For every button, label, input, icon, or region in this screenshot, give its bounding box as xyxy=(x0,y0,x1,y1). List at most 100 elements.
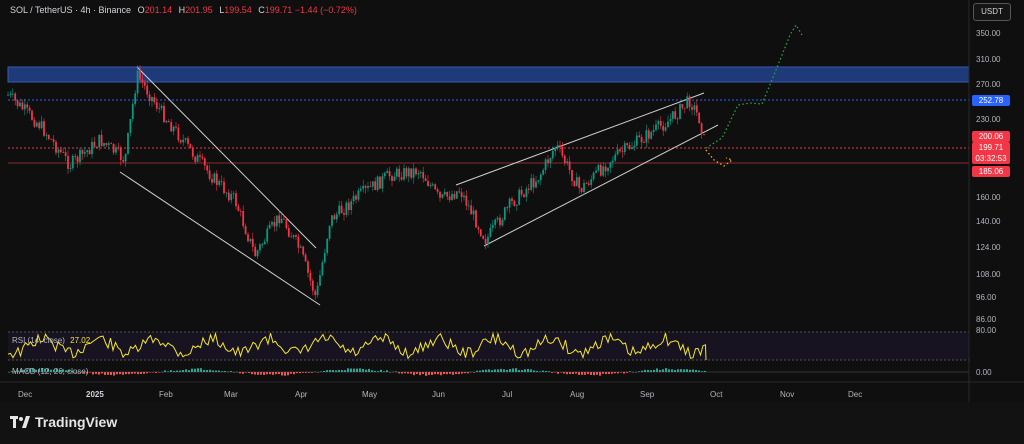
macd-bar xyxy=(284,372,286,376)
macd-bar xyxy=(590,372,592,375)
candle-body xyxy=(451,194,453,200)
candle-body xyxy=(158,107,161,109)
macd-bar xyxy=(200,368,202,372)
candle-body xyxy=(33,119,36,127)
candle-body xyxy=(698,112,701,124)
candle-body xyxy=(172,126,175,132)
macd-bar xyxy=(431,372,433,376)
candle-body xyxy=(448,196,451,200)
chart-frame[interactable]: SOL / TetherUS · 4h · Binance O201.14 H2… xyxy=(0,0,1024,444)
macd-bar xyxy=(704,370,706,372)
macd-bar xyxy=(488,369,490,372)
macd-bar xyxy=(179,370,181,372)
candle-body xyxy=(43,121,45,136)
macd-bar xyxy=(668,369,670,372)
candle-body xyxy=(436,189,439,192)
macd-bar xyxy=(620,372,622,373)
candle-body xyxy=(227,192,230,201)
candle-body xyxy=(259,244,261,251)
candle-body xyxy=(314,290,317,296)
candle-body xyxy=(693,105,696,110)
macd-bar xyxy=(608,372,610,375)
macd-bar xyxy=(503,369,505,372)
macd-bar xyxy=(686,369,688,372)
candle-body xyxy=(511,198,513,201)
macd-bar xyxy=(515,368,517,372)
candle-body xyxy=(703,134,705,135)
bullish-projection-path xyxy=(705,23,803,149)
macd-bar xyxy=(116,372,118,375)
candle-body xyxy=(203,158,206,166)
candle-body xyxy=(290,236,293,238)
candle-body xyxy=(376,176,379,191)
candle-body xyxy=(299,246,302,248)
candle-body xyxy=(410,168,413,178)
footer xyxy=(0,402,1024,444)
macd-bar xyxy=(95,372,97,374)
macd-bar xyxy=(443,372,445,375)
candle-body xyxy=(499,217,501,226)
countdown-value: 03:32:53 xyxy=(975,154,1007,163)
rsi-label[interactable]: RSI (14, close) 27.02 xyxy=(12,336,90,345)
red-top-badge: 200.06 xyxy=(972,131,1010,142)
candle-body xyxy=(122,159,125,162)
macd-bar xyxy=(623,372,625,374)
macd-bar xyxy=(227,371,229,373)
candle-body xyxy=(537,180,540,182)
candle-body xyxy=(218,181,221,185)
macd-bar xyxy=(287,372,289,376)
candle-body xyxy=(266,228,269,242)
macd-bar xyxy=(293,372,295,375)
macd-bar xyxy=(167,371,169,372)
candle-body xyxy=(467,205,470,207)
macd-bar xyxy=(416,372,418,375)
candle-body xyxy=(175,126,177,128)
candle-body xyxy=(340,205,343,214)
macd-bar xyxy=(398,372,400,374)
time-tick: Nov xyxy=(780,390,795,399)
candle-body xyxy=(398,168,401,178)
candle-body xyxy=(333,215,336,220)
candle-body xyxy=(674,111,677,119)
macd-bar xyxy=(368,368,370,372)
open-label: O xyxy=(137,5,145,15)
candle-body xyxy=(575,177,578,187)
candle-body xyxy=(50,138,53,140)
candle-body xyxy=(9,93,12,95)
up-channel-top xyxy=(455,92,705,186)
macd-bar xyxy=(170,370,172,372)
tradingview-logo[interactable]: TradingView xyxy=(10,414,117,430)
candle-body xyxy=(254,246,257,257)
time-tick: Apr xyxy=(295,390,308,399)
candle-body xyxy=(597,164,600,171)
candle-body xyxy=(419,172,422,174)
macd-bar xyxy=(92,372,94,375)
macd-bar xyxy=(401,372,403,374)
candle-body xyxy=(189,143,192,149)
candle-body xyxy=(407,168,410,177)
candle-body xyxy=(304,254,307,262)
candle-body xyxy=(201,156,204,159)
macd-label[interactable]: MACD (12, 26, close) xyxy=(12,367,88,376)
macd-bar xyxy=(680,369,682,372)
candle-body xyxy=(237,206,240,211)
macd-bar xyxy=(674,370,676,372)
candle-body xyxy=(645,130,648,143)
macd-bar xyxy=(128,372,130,375)
candle-body xyxy=(119,147,122,160)
tradingview-brand-text: TradingView xyxy=(35,414,118,430)
candle-body xyxy=(484,238,487,245)
candle-body xyxy=(700,123,703,135)
candle-body xyxy=(247,234,249,242)
candle-body xyxy=(115,147,117,153)
candle-body xyxy=(515,204,518,206)
candle-body xyxy=(412,168,415,178)
time-tick: Aug xyxy=(570,390,585,399)
price-chart[interactable] xyxy=(0,0,1024,402)
candle-body xyxy=(379,176,381,189)
candle-body xyxy=(155,102,158,109)
candle-body xyxy=(319,275,321,286)
currency-button[interactable]: USDT xyxy=(973,3,1011,21)
macd-bar xyxy=(578,372,580,375)
candle-body xyxy=(100,134,103,146)
